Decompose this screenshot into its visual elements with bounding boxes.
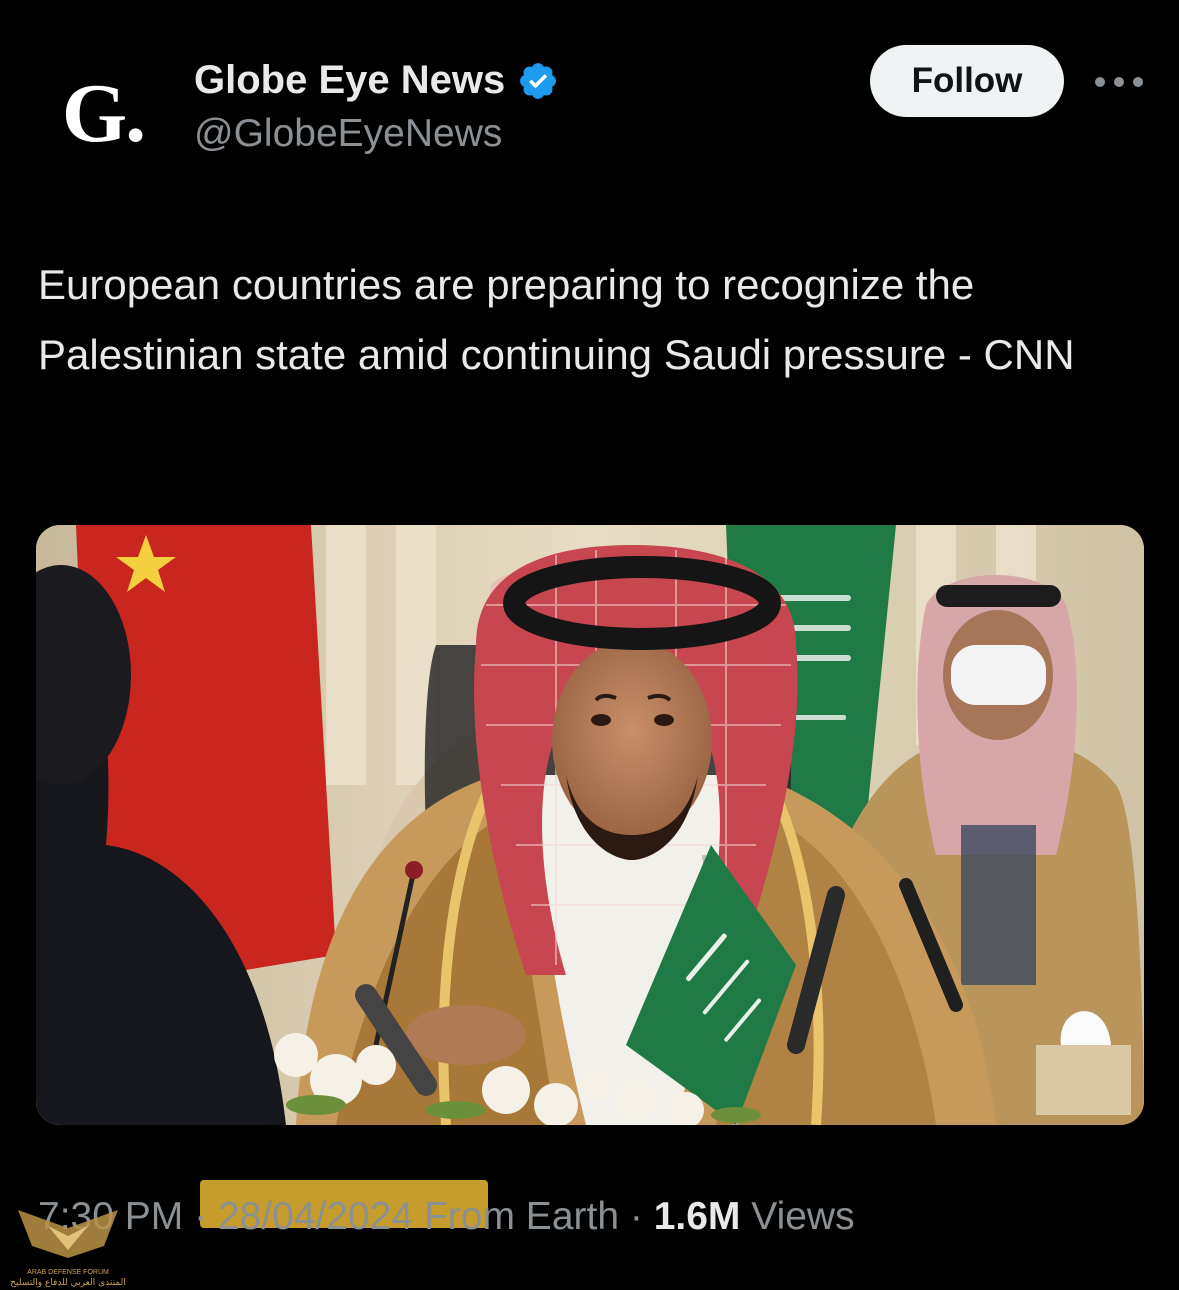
author-handle[interactable]: @GlobeEyeNews [194,112,502,156]
author-display-name[interactable]: Globe Eye News [194,58,505,103]
meta-separator: · [194,1195,208,1238]
more-horizontal-icon[interactable] [1090,62,1148,102]
photo-illustration [36,525,1144,1125]
tweet-media-image[interactable] [36,525,1144,1125]
tweet-post: G. Globe Eye News @GlobeEyeNews Follow E… [0,0,1179,1290]
views-count[interactable]: 1.6M [654,1195,741,1238]
watermark-logo: ARAB DEFENSE FORUM المنتدى العربي للدفاع… [8,1200,128,1288]
watermark-line1: ARAB DEFENSE FORUM [27,1269,109,1276]
tweet-header: G. Globe Eye News @GlobeEyeNews Follow [0,0,1179,200]
author-name-row: Globe Eye News [194,58,559,103]
post-source: From Earth [423,1195,620,1238]
meta-separator: · [629,1195,643,1238]
post-date[interactable]: 28/04/2024 [218,1195,413,1238]
tweet-text: European countries are preparing to reco… [38,261,1075,378]
author-avatar[interactable]: G. [38,58,168,168]
views-label: Views [751,1195,855,1238]
verified-badge-icon [517,60,559,102]
tweet-metadata: 7:30 PM · 28/04/2024 From Earth · 1.6M V… [38,1195,855,1239]
watermark-line2: المنتدى العربي للدفاع والتسليح [10,1278,125,1288]
follow-button[interactable]: Follow [870,45,1064,117]
